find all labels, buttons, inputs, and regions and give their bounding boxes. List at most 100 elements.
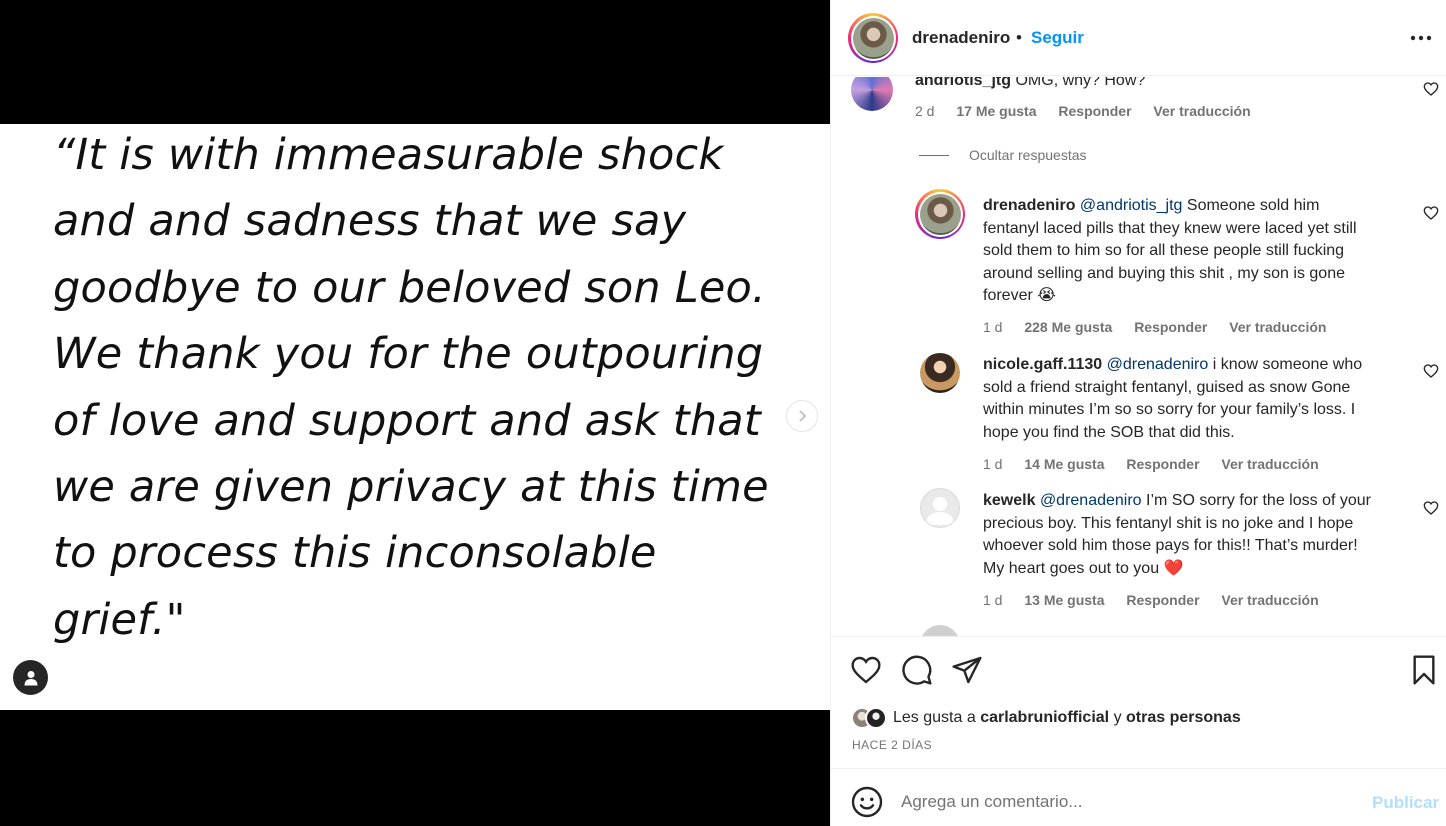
- quote-line: We thank you for the outpouring: [53, 329, 764, 380]
- mention-link[interactable]: @drenadeniro: [1107, 356, 1209, 373]
- other-likers-link[interactable]: otras personas: [1126, 709, 1241, 726]
- quote-line: grief.": [53, 594, 186, 645]
- comment-body-line: within minutes I’m so so sorry for your …: [983, 401, 1356, 418]
- more-options-button[interactable]: [1409, 26, 1433, 50]
- comment-meta: 1 d 228 Me gusta Responder Ver traducció…: [983, 319, 1344, 335]
- avatar: [865, 707, 887, 729]
- comment-body-line: sold a friend straight fentanyl, guised …: [983, 378, 1351, 396]
- comment-body-line: around selling and buying this shit , my…: [983, 264, 1345, 282]
- next-slide-button[interactable]: [786, 400, 818, 432]
- comment-body-line: whoever sold him those pays for this!! T…: [983, 537, 1358, 554]
- translate-button[interactable]: Ver traducción: [1221, 456, 1318, 472]
- share-send-icon[interactable]: [951, 654, 983, 686]
- likes-summary[interactable]: Les gusta a carlabruniofficial y otras p…: [851, 707, 1241, 729]
- quote-line: of love and support and ask that: [53, 395, 761, 446]
- comment-likes[interactable]: 17 Me gusta: [956, 103, 1036, 119]
- comment-composer: Publicar: [831, 768, 1446, 826]
- author-avatar[interactable]: [848, 13, 898, 63]
- comment-body-line: precious boy. This fentanyl shit is no j…: [983, 514, 1354, 532]
- like-comment-icon[interactable]: [1423, 205, 1439, 221]
- mention-link[interactable]: @andriotis_jtg: [1080, 197, 1183, 214]
- comment-body-line: i know someone who: [1212, 356, 1363, 373]
- comment-body-line: hope you find the SOB that did this.: [983, 423, 1235, 441]
- tagged-users-button[interactable]: [13, 660, 48, 695]
- quote-line: goodbye to our beloved son Leo.: [53, 262, 766, 313]
- follow-button[interactable]: Seguir: [1031, 28, 1084, 48]
- comment-text: andriotis_jtg OMG, why? How?: [915, 77, 1145, 93]
- like-comment-icon[interactable]: [1423, 81, 1439, 97]
- comment-time[interactable]: 2 d: [915, 103, 934, 119]
- translate-button[interactable]: Ver traducción: [1221, 592, 1318, 608]
- comment-text: nicole.gaff.1130 @drenadeniro i know som…: [983, 354, 1403, 444]
- comment-username[interactable]: kewelk: [983, 492, 1035, 509]
- comment-body-line: My heart goes out to you: [983, 559, 1160, 577]
- emoji-picker-icon[interactable]: [851, 786, 883, 818]
- likes-connector: y: [1113, 709, 1122, 726]
- translate-button[interactable]: Ver traducción: [1153, 103, 1250, 119]
- publish-button[interactable]: Publicar: [1372, 793, 1439, 813]
- avatar[interactable]: [920, 488, 960, 528]
- user-icon: [24, 670, 37, 685]
- emoji-heart: ❤️: [1163, 559, 1184, 577]
- avatar-image: [852, 17, 894, 59]
- like-heart-icon[interactable]: [850, 654, 882, 686]
- post-actions: Les gusta a carlabruniofficial y otras p…: [831, 636, 1446, 768]
- comment-body-line: I’m SO sorry for the loss of your: [1146, 492, 1371, 509]
- avatar[interactable]: [915, 189, 965, 239]
- quote-line: “It is with immeasurable shock: [53, 130, 724, 180]
- hide-replies-label: Ocultar respuestas: [969, 147, 1087, 163]
- mention-link[interactable]: @drenadeniro: [1040, 492, 1142, 509]
- comment-text: kewelk @drenadeniro I’m SO sorry for the…: [983, 490, 1413, 580]
- comment-meta: 2 d 17 Me gusta Responder Ver traducción: [915, 103, 1269, 119]
- comment-text: drenadeniro @andriotis_jtg Someone sold …: [983, 195, 1403, 308]
- quote-line: to process this inconsolable: [53, 528, 657, 579]
- liker-avatars: [851, 707, 887, 729]
- comment-username[interactable]: nicole.gaff.1130: [983, 356, 1102, 373]
- comment-username[interactable]: drenadeniro: [983, 197, 1075, 214]
- comment-time[interactable]: 1 d: [983, 456, 1002, 472]
- avatar-frame: [850, 15, 896, 61]
- comment-meta: 1 d 14 Me gusta Responder Ver traducción: [983, 456, 1337, 472]
- liker-username[interactable]: carlabruniofficial: [980, 709, 1109, 726]
- reply-button[interactable]: Responder: [1058, 103, 1131, 119]
- comment-meta: 1 d 13 Me gusta Responder Ver traducción: [983, 592, 1337, 608]
- comment-body-line: forever: [983, 287, 1033, 304]
- reply-button[interactable]: Responder: [1126, 592, 1199, 608]
- likes-text: Les gusta a carlabruniofficial y otras p…: [893, 709, 1241, 727]
- post-timestamp[interactable]: HACE 2 DÍAS: [852, 738, 932, 752]
- comment-time[interactable]: 1 d: [983, 592, 1002, 608]
- like-comment-icon[interactable]: [1423, 363, 1439, 379]
- like-comment-icon[interactable]: [1423, 500, 1439, 516]
- comment-likes[interactable]: 13 Me gusta: [1024, 592, 1104, 608]
- avatar[interactable]: [920, 353, 960, 393]
- comments-list[interactable]: andriotis_jtg OMG, why? How? 2 d 17 Me g…: [831, 77, 1446, 636]
- save-bookmark-icon[interactable]: [1408, 654, 1440, 686]
- likes-prefix: Les gusta a: [893, 709, 976, 726]
- comment-username[interactable]: andriotis_jtg: [915, 77, 1011, 89]
- reply-button[interactable]: Responder: [1134, 319, 1207, 335]
- default-avatar-icon: [926, 497, 954, 525]
- quote-line: and and sadness that we say: [53, 196, 687, 247]
- comment-likes[interactable]: 228 Me gusta: [1024, 319, 1112, 335]
- avatar-image: [919, 193, 961, 235]
- comment-body: OMG, why? How?: [1015, 77, 1146, 89]
- avatar[interactable]: [851, 77, 893, 111]
- comment-body-line: fentanyl laced pills that they knew were…: [983, 219, 1357, 237]
- divider-line: [919, 154, 949, 156]
- avatar[interactable]: [920, 625, 960, 636]
- chevron-right-icon: [799, 410, 807, 422]
- author-username[interactable]: drenadeniro: [912, 28, 1010, 48]
- reply-button[interactable]: Responder: [1126, 456, 1199, 472]
- hide-replies-button[interactable]: Ocultar respuestas: [919, 147, 1087, 163]
- quote-line: we are given privacy at this time: [53, 461, 769, 512]
- post-side-panel: drenadeniro • Seguir andriotis_jtg OMG, …: [830, 0, 1446, 826]
- translate-button[interactable]: Ver traducción: [1229, 319, 1326, 335]
- avatar-frame: [917, 191, 963, 237]
- comment-bubble-icon[interactable]: [901, 654, 933, 686]
- comment-likes[interactable]: 14 Me gusta: [1024, 456, 1104, 472]
- comment-time[interactable]: 1 d: [983, 319, 1002, 335]
- emoji-crying: 😭: [1037, 287, 1056, 304]
- more-horizontal-icon: [1410, 35, 1432, 41]
- post-media: “It is with immeasurable shock and and s…: [0, 0, 830, 826]
- comment-input[interactable]: [901, 787, 1351, 817]
